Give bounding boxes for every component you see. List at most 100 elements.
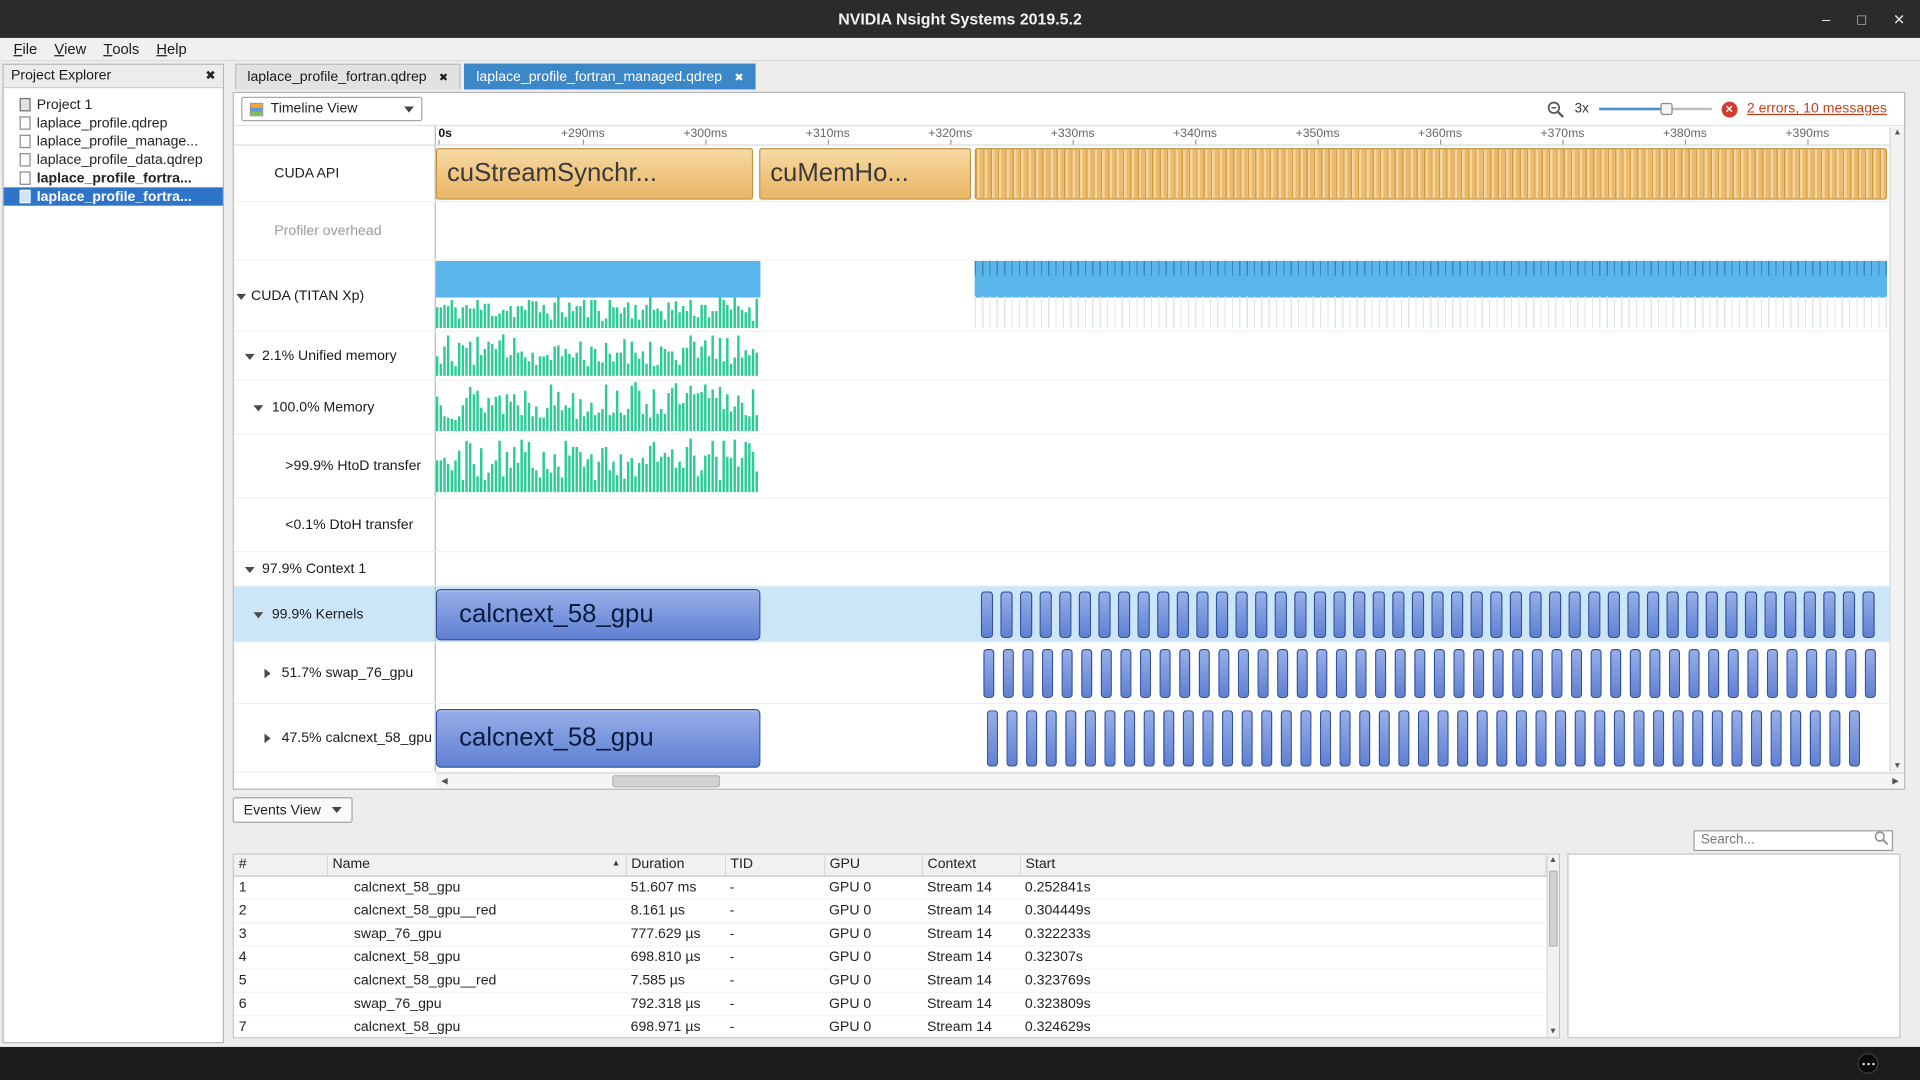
timeline-row-track[interactable] [436,332,1889,380]
scroll-right-icon[interactable]: ▶ [1887,776,1904,786]
collapse-icon[interactable] [245,353,255,359]
menu-file[interactable]: File [5,38,46,60]
table-vertical-scrollbar[interactable]: ▲ ▼ [1546,855,1559,1037]
tree-item[interactable]: laplace_profile_data.qdrep [4,151,223,169]
timeline-row-label[interactable]: 97.9% Context 1 [234,552,436,585]
scroll-down-icon[interactable]: ▼ [1547,1027,1559,1036]
table-row[interactable]: 6swap_76_gpu792.318 µs-GPU 0Stream 140.3… [234,992,1545,1015]
table-row[interactable]: 1calcnext_58_gpu51.607 ms-GPU 0Stream 14… [234,876,1545,899]
kernel-bar[interactable]: calcnext_58_gpu [436,589,760,640]
kernel-instance-bars[interactable] [987,710,1887,766]
tab-close-icon[interactable]: ✖ [439,70,448,83]
notification-bubble-icon[interactable] [1858,1053,1879,1074]
scrollbar-thumb[interactable] [612,775,720,787]
document-tab[interactable]: laplace_profile_fortran_managed.qdrep✖ [464,64,756,90]
scrollbar-track[interactable] [453,774,1887,789]
column-header-num[interactable]: # [234,855,327,876]
menu-view[interactable]: View [46,38,95,60]
timeline-row-label[interactable]: 2.1% Unified memory [234,332,436,380]
collapse-icon[interactable] [245,566,255,572]
timeline-horizontal-scrollbar[interactable]: ◀ ▶ [436,773,1904,789]
document-tab[interactable]: laplace_profile_fortran.qdrep✖ [235,64,460,90]
slider-handle[interactable] [1660,103,1672,115]
timeline-row-label[interactable]: 47.5% calcnext_58_gpu [234,704,436,771]
scroll-left-icon[interactable]: ◀ [436,776,453,786]
timeline-row-track[interactable] [436,202,1889,260]
collapse-icon[interactable] [253,612,263,618]
column-header-name[interactable]: Name▲ [327,855,626,876]
collapse-icon[interactable] [236,293,246,299]
timeline-row-label[interactable]: 51.7% swap_76_gpu [234,643,436,703]
timeline-row-label[interactable]: 99.9% Kernels [234,587,436,642]
api-call-bar[interactable]: cuMemHo... [759,148,971,199]
timeline-row-label[interactable]: CUDA API [234,146,436,201]
events-view-dropdown[interactable]: Events View [233,797,353,823]
scroll-up-icon[interactable]: ▲ [1893,129,1901,138]
timeline-row-label[interactable]: 100.0% Memory [234,381,436,434]
collapse-icon[interactable] [253,405,263,411]
tree-item-label: laplace_profile_manage... [37,134,198,149]
gpu-activity-block[interactable] [436,261,760,298]
column-header-duration[interactable]: Duration [626,855,725,876]
memory-activity-faint[interactable] [975,296,1887,328]
table-cell: Stream 14 [922,992,1020,1015]
scroll-up-icon[interactable]: ▲ [1547,856,1559,865]
memory-histogram[interactable] [436,382,760,431]
table-row[interactable]: 3swap_76_gpu777.629 µs-GPU 0Stream 140.3… [234,922,1545,945]
timeline-row-label[interactable]: Profiler overhead [234,202,436,260]
table-row[interactable]: 2calcnext_58_gpu__red8.161 µs-GPU 0Strea… [234,899,1545,922]
column-header-tid[interactable]: TID [725,855,824,876]
view-selector-dropdown[interactable]: Timeline View [241,97,422,121]
tree-item[interactable]: laplace_profile_fortra... [4,169,223,187]
minimize-button[interactable]: – [1822,10,1830,27]
expand-icon[interactable] [264,668,270,678]
timeline-row-track[interactable]: calcnext_58_gpu [436,704,1889,771]
timeline-row-label[interactable]: >99.9% HtoD transfer [234,435,436,497]
column-header-start[interactable]: Start [1020,855,1545,876]
timeline-row-track[interactable]: calcnext_58_gpu [436,587,1889,642]
timeline-row-track[interactable]: cuStreamSynchr...cuMemHo... [436,146,1889,201]
menu-help[interactable]: Help [148,38,195,60]
zoom-out-icon[interactable] [1546,100,1564,118]
timeline-row-track[interactable] [436,643,1889,703]
tree-item[interactable]: laplace_profile_manage... [4,132,223,150]
memory-histogram[interactable] [436,438,760,492]
kernel-instance-bars[interactable] [983,649,1887,698]
scrollbar-thumb[interactable] [1548,871,1557,947]
memory-histogram[interactable] [436,296,760,328]
timeline-row-track[interactable] [436,261,1889,331]
tab-close-icon[interactable]: ✖ [734,70,743,83]
kernel-instance-bars[interactable] [981,591,1887,638]
timeline-ruler[interactable]: 0s+290ms+300ms+310ms+320ms+330ms+340ms+3… [436,126,1889,144]
maximize-button[interactable]: □ [1857,10,1866,27]
timeline-row-track[interactable] [436,552,1889,585]
panel-close-icon[interactable]: ✖ [205,69,215,82]
titlebar: NVIDIA Nsight Systems 2019.5.2 – □ ✕ [0,0,1920,38]
tree-item[interactable]: laplace_profile_fortra... [4,187,223,205]
table-row[interactable]: 7calcnext_58_gpu698.971 µs-GPU 0Stream 1… [234,1015,1545,1038]
messages-link[interactable]: 2 errors, 10 messages [1747,102,1887,117]
scroll-down-icon[interactable]: ▼ [1893,762,1901,771]
timeline-row-label[interactable]: CUDA (TITAN Xp) [234,261,436,331]
table-row[interactable]: 5calcnext_58_gpu__red7.585 µs-GPU 0Strea… [234,969,1545,992]
timeline-row-label[interactable]: <0.1% DtoH transfer [234,498,436,551]
close-button[interactable]: ✕ [1893,10,1905,27]
tree-item[interactable]: laplace_profile.qdrep [4,114,223,132]
search-input[interactable] [1693,830,1893,851]
timeline-row-track[interactable] [436,435,1889,497]
tree-item[interactable]: Project 1 [4,96,223,114]
zoom-slider[interactable] [1599,102,1712,117]
expand-icon[interactable] [264,733,270,743]
api-call-bar[interactable]: cuStreamSynchr... [436,148,753,199]
column-header-gpu[interactable]: GPU [824,855,922,876]
timeline-row-track[interactable] [436,498,1889,551]
timeline-row-track[interactable] [436,381,1889,434]
column-header-context[interactable]: Context [922,855,1020,876]
cuda-api-calls-dense[interactable] [975,148,1887,199]
menu-tools[interactable]: Tools [95,38,148,60]
memory-histogram[interactable] [436,334,760,376]
gpu-activity-block[interactable] [975,261,1887,298]
table-row[interactable]: 4calcnext_58_gpu698.810 µs-GPU 0Stream 1… [234,945,1545,968]
timeline-vertical-scrollbar[interactable]: ▲ ▼ [1889,127,1904,771]
kernel-bar[interactable]: calcnext_58_gpu [436,709,760,768]
